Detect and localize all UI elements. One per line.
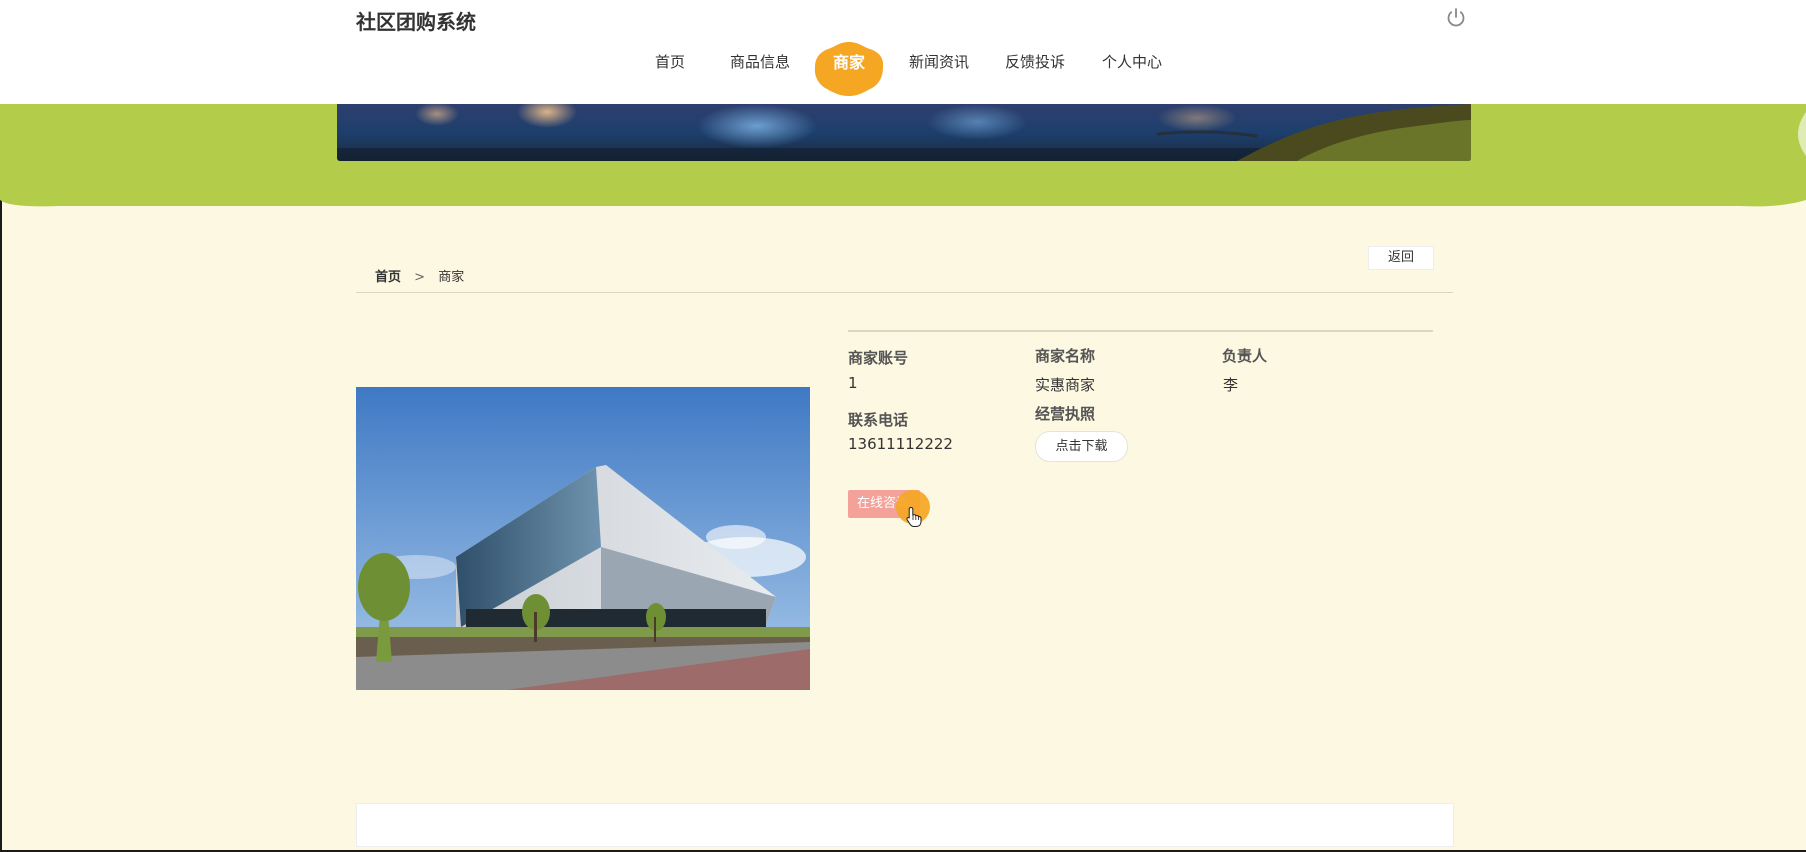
info-divider [848,330,1433,332]
nav-item-merchants[interactable]: 商家 [813,40,885,96]
nav-item-news[interactable]: 新闻资讯 [906,46,972,78]
field-label-account: 商家账号 [848,349,909,367]
nav-item-label: 商家 [832,53,865,72]
site-title: 社区团购系统 [356,10,476,34]
breadcrumb-divider [356,292,1453,293]
field-label-merchant-name: 商家名称 [1035,347,1096,365]
nav-item-products[interactable]: 商品信息 [727,46,793,78]
field-label-manager: 负责人 [1222,347,1268,365]
main-nav: 首页 商品信息 商家 新闻资讯 反馈投诉 个人中心 [0,40,1806,96]
nav-item-label: 商品信息 [729,53,790,71]
banner-image [337,104,1471,161]
download-license-button[interactable]: 点击下载 [1035,431,1128,462]
nav-item-label: 个人中心 [1101,53,1162,71]
power-icon[interactable] [1444,6,1468,30]
field-value-account: 1 [848,374,858,392]
nav-item-profile[interactable]: 个人中心 [1099,46,1165,78]
breadcrumb-separator: > [414,270,426,285]
nav-item-label: 新闻资讯 [908,53,969,71]
field-label-license: 经营执照 [1035,405,1096,423]
field-value-phone: 13611112222 [848,435,953,453]
hand-cursor-icon [906,506,922,527]
nav-item-label: 反馈投诉 [1004,53,1065,71]
field-value-manager: 李 [1223,376,1239,394]
breadcrumb: 首页 > 商家 [375,266,464,285]
site-header: 社区团购系统 首页 商品信息 商家 新闻资讯 反馈投诉 个人中心 [0,0,1806,104]
field-value-merchant-name: 实惠商家 [1035,376,1096,394]
nav-item-label: 首页 [654,53,685,71]
back-button[interactable]: 返回 [1368,246,1434,270]
breadcrumb-current: 商家 [438,270,465,285]
footer-panel [356,803,1454,847]
merchant-photo [356,387,810,690]
field-label-phone: 联系电话 [848,411,909,429]
nav-item-feedback[interactable]: 反馈投诉 [1002,46,1068,78]
breadcrumb-home[interactable]: 首页 [375,270,401,285]
nav-item-home[interactable]: 首页 [648,46,692,78]
